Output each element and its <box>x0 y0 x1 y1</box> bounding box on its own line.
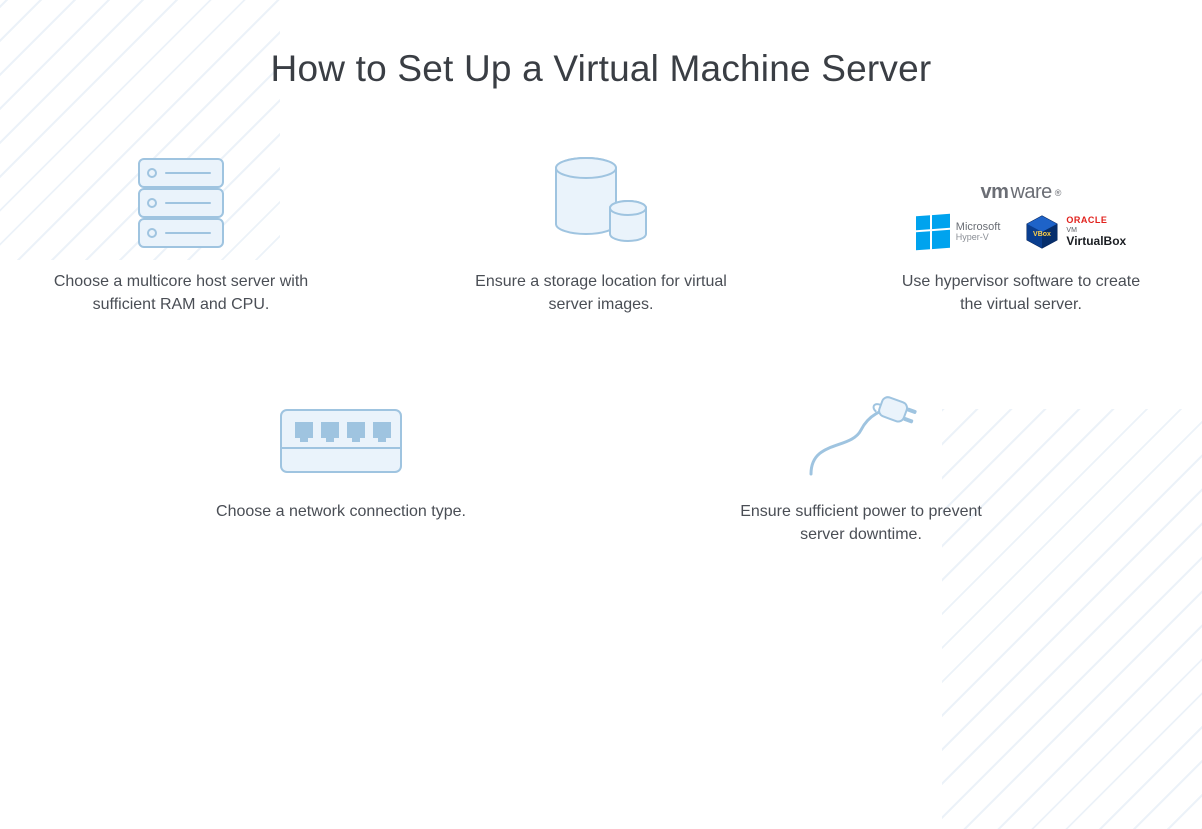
steps-row-1: Choose a multicore host server with suff… <box>0 150 1202 316</box>
step-hypervisor: vmware ® Microsoft Hyper-V <box>871 150 1171 316</box>
step-power: Ensure sufficient power to prevent serve… <box>711 380 1011 546</box>
vmware-logo-reg: ® <box>1055 188 1062 198</box>
hyperv-label: Hyper-V <box>956 233 1001 242</box>
step-network-text: Choose a network connection type. <box>216 500 466 523</box>
virtualbox-cube-icon: VBox <box>1024 214 1060 250</box>
page-title: How to Set Up a Virtual Machine Server <box>0 48 1202 90</box>
vmware-logo-ware: ware <box>1010 181 1051 204</box>
vmware-logo-vm: vm <box>981 181 1009 204</box>
virtualbox-logo: VBox ORACLE VM VirtualBox <box>1024 214 1126 250</box>
step-host-server-text: Choose a multicore host server with suff… <box>51 270 311 316</box>
windows-logo-icon <box>916 214 950 250</box>
svg-text:VBox: VBox <box>1033 231 1051 238</box>
hypervisor-logos-icon: vmware ® Microsoft Hyper-V <box>916 150 1126 250</box>
step-hypervisor-text: Use hypervisor software to create the vi… <box>891 270 1151 316</box>
step-network: Choose a network connection type. <box>191 380 491 546</box>
step-storage-text: Ensure a storage location for virtual se… <box>471 270 731 316</box>
power-plug-icon <box>791 380 931 480</box>
storage-cylinders-icon <box>546 150 656 250</box>
hyperv-logo: Microsoft Hyper-V <box>916 215 1001 249</box>
step-power-text: Ensure sufficient power to prevent serve… <box>731 500 991 546</box>
vmware-logo: vmware ® <box>981 181 1062 204</box>
steps-row-2: Choose a network connection type. Ensure… <box>0 380 1202 546</box>
oracle-label: ORACLE <box>1066 216 1126 226</box>
step-storage: Ensure a storage location for virtual se… <box>451 150 751 316</box>
network-ports-icon <box>277 380 405 480</box>
server-rack-icon <box>136 150 226 250</box>
virtualbox-label: VirtualBox <box>1066 235 1126 248</box>
step-host-server: Choose a multicore host server with suff… <box>31 150 331 316</box>
